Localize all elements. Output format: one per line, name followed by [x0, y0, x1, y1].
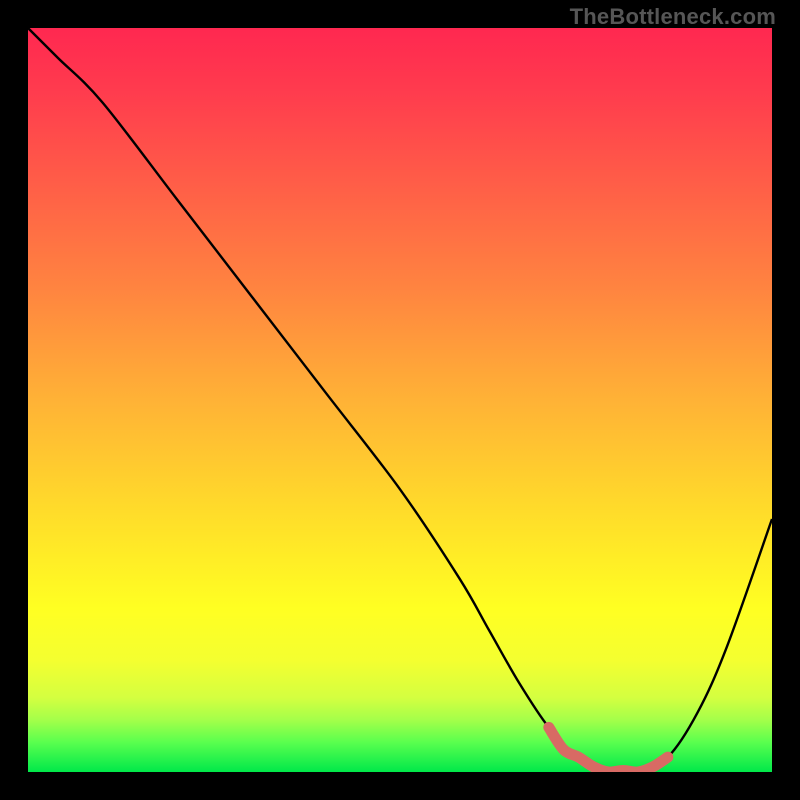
attribution-label: TheBottleneck.com: [570, 4, 776, 30]
gradient-background: [28, 28, 772, 772]
chart-frame: TheBottleneck.com: [0, 0, 800, 800]
bottleneck-plot: [28, 28, 772, 772]
